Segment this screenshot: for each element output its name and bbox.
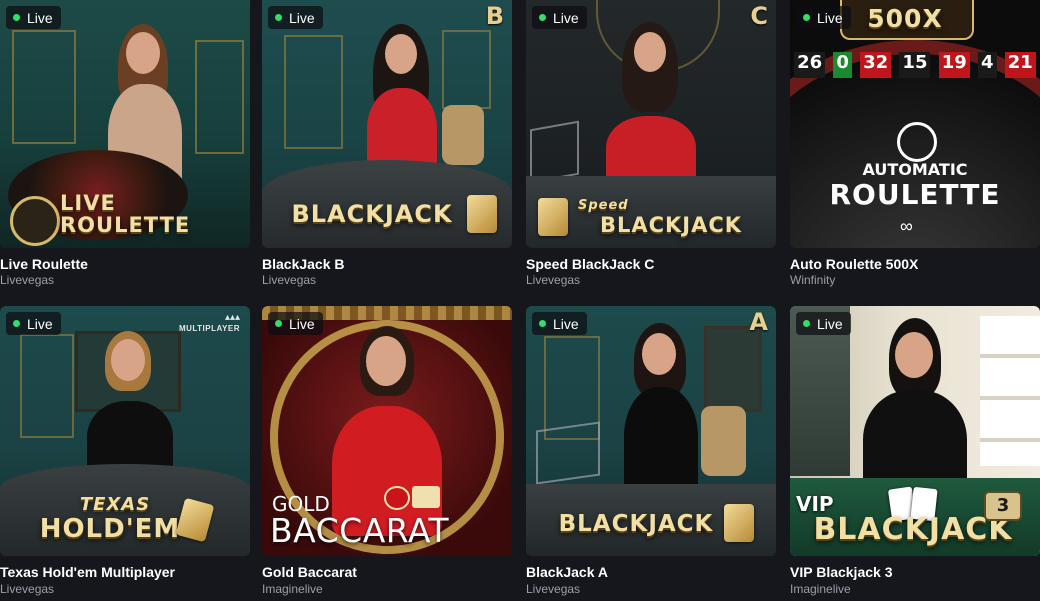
game-logo: ROULETTE	[829, 178, 1001, 211]
game-thumbnail[interactable]: BLACKJACK B Live	[262, 0, 512, 248]
wall-panel	[284, 35, 343, 149]
table-letter: C	[750, 2, 768, 30]
game-card-vip-blackjack-3[interactable]: VIP BLACKJACK 3 Live VIP Blackjack 3 Ima…	[790, 306, 1040, 596]
multiplayer-tag: MULTIPLAYER	[178, 324, 240, 333]
live-badge: Live	[268, 312, 323, 335]
dealer	[606, 321, 716, 501]
live-label: Live	[27, 9, 53, 26]
game-card-gold-baccarat[interactable]: GOLD BACCARAT Live Gold Baccarat Imagine…	[262, 306, 512, 596]
wheel-number: 15	[899, 52, 931, 78]
game-card-blackjack-b[interactable]: BLACKJACK B Live BlackJack B Livevegas	[262, 0, 512, 287]
live-dot-icon	[803, 320, 810, 327]
live-label: Live	[553, 315, 579, 332]
wheel-number: 21	[1004, 52, 1036, 78]
live-label: Live	[289, 9, 315, 26]
game-thumbnail[interactable]: Speed BLACKJACK C Live	[526, 0, 776, 248]
game-thumbnail[interactable]: MULTIPLAYER ▴▴▴ TEXAS HOLD'EM Live	[0, 306, 250, 556]
wheel-number: 32	[860, 52, 892, 78]
live-badge: Live	[796, 6, 851, 29]
live-badge: Live	[532, 6, 587, 29]
game-provider: Livevegas	[262, 273, 317, 287]
live-dot-icon	[13, 14, 20, 21]
live-badge: Live	[6, 312, 61, 335]
game-logo-top: AUTOMATIC	[862, 160, 968, 179]
live-badge: Live	[532, 312, 587, 335]
game-provider: Livevegas	[0, 273, 55, 287]
live-label: Live	[289, 315, 315, 332]
table-letter: A	[749, 308, 768, 336]
game-provider: Winfinity	[790, 273, 836, 287]
live-label: Live	[553, 9, 579, 26]
game-title[interactable]: BlackJack A	[526, 564, 608, 580]
live-label: Live	[817, 9, 843, 26]
game-thumbnail[interactable]: VIP BLACKJACK 3 Live	[790, 306, 1040, 556]
game-logo: BACCARAT	[270, 511, 450, 550]
wheel-number: 26	[794, 52, 826, 78]
game-logo: BLACKJACK	[599, 213, 743, 237]
game-provider: Imaginelive	[262, 582, 323, 596]
live-dot-icon	[539, 320, 546, 327]
live-badge: Live	[6, 6, 61, 29]
game-provider: Livevegas	[526, 582, 581, 596]
game-provider: Livevegas	[526, 273, 581, 287]
live-label: Live	[817, 315, 843, 332]
players-icon: ▴▴▴	[224, 312, 240, 323]
game-title[interactable]: VIP Blackjack 3	[790, 564, 892, 580]
game-title[interactable]: Speed BlackJack C	[526, 256, 654, 272]
card-shoe	[536, 421, 600, 485]
wheel-number: 19	[938, 52, 970, 78]
game-title[interactable]: Live Roulette	[0, 256, 88, 272]
wall-panel	[195, 40, 244, 154]
dealer	[855, 318, 975, 500]
live-badge: Live	[268, 6, 323, 29]
infinity-icon: ∞	[900, 216, 913, 236]
live-dot-icon	[803, 14, 810, 21]
card-icon	[412, 486, 440, 508]
game-provider: Imaginelive	[790, 582, 851, 596]
live-dot-icon	[539, 14, 546, 21]
card-shoe	[530, 120, 579, 184]
card-icon	[467, 195, 497, 233]
live-label: Live	[27, 315, 53, 332]
live-dot-icon	[13, 320, 20, 327]
table-number-badge: 3	[984, 491, 1022, 521]
dealer	[596, 20, 706, 190]
game-card-blackjack-a[interactable]: BLACKJACK A Live BlackJack A Livevegas	[526, 306, 776, 596]
game-logo-small: Speed	[578, 198, 629, 213]
roulette-logo-icon	[10, 196, 60, 246]
game-logo: HOLD'EM	[39, 514, 181, 544]
game-title[interactable]: Gold Baccarat	[262, 564, 357, 580]
live-badge: Live	[796, 312, 851, 335]
game-card-live-roulette[interactable]: LIVE ROULETTE Live Live Roulette Livevega…	[0, 0, 250, 287]
roulette-icon	[897, 122, 937, 162]
table-letter: B	[485, 2, 504, 30]
wall-panel	[20, 334, 74, 438]
game-thumbnail[interactable]: LIVE ROULETTE Live	[0, 0, 250, 248]
window	[980, 316, 1040, 466]
card-icon	[724, 504, 754, 542]
game-thumbnail[interactable]: GOLD BACCARAT Live	[262, 306, 512, 556]
wheel-numbers: 26 0 32 15 19 4 21	[790, 52, 1040, 78]
game-title[interactable]: Texas Hold'em Multiplayer	[0, 564, 175, 580]
wheel-number: 4	[977, 52, 997, 78]
card-icon	[538, 198, 568, 236]
wheel-number: 0	[833, 52, 852, 78]
live-dot-icon	[275, 320, 282, 327]
dealer	[347, 22, 457, 182]
live-dot-icon	[275, 14, 282, 21]
game-card-speed-blackjack-c[interactable]: Speed BLACKJACK C Live Speed BlackJack C…	[526, 0, 776, 287]
game-title[interactable]: Auto Roulette 500X	[790, 256, 918, 272]
game-logo: LIVE ROULETTE	[60, 191, 191, 237]
game-thumbnail[interactable]: BLACKJACK A Live	[526, 306, 776, 556]
game-thumbnail[interactable]: 26 0 32 15 19 4 21 500X AUTOMATIC ROULET…	[790, 0, 1040, 248]
chip-icon	[384, 486, 410, 510]
game-title[interactable]: BlackJack B	[262, 256, 345, 272]
wall-panel	[12, 30, 76, 144]
game-card-texas-holdem[interactable]: MULTIPLAYER ▴▴▴ TEXAS HOLD'EM Live Texas…	[0, 306, 250, 596]
game-provider: Livevegas	[0, 582, 55, 596]
game-card-auto-roulette[interactable]: 26 0 32 15 19 4 21 500X AUTOMATIC ROULET…	[790, 0, 1040, 287]
